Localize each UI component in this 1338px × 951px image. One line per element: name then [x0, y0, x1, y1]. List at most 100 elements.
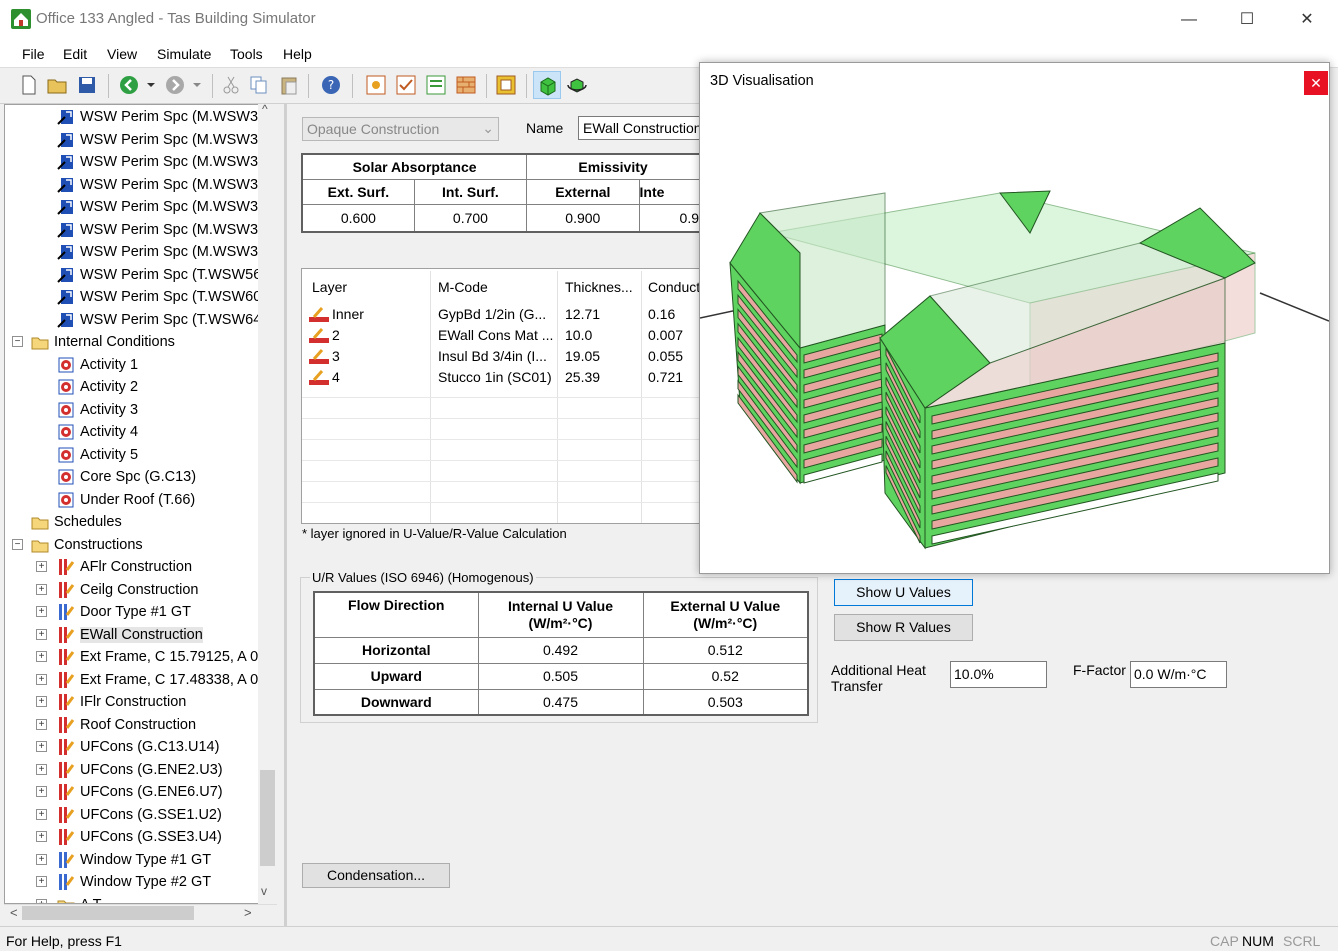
tree-item-construction[interactable]: UFCons (G.ENE2.U3): [57, 759, 223, 781]
thickness-cell[interactable]: 25.39: [565, 369, 600, 385]
menu-view[interactable]: View: [107, 46, 137, 62]
tree-item-schedules[interactable]: Schedules: [31, 511, 122, 533]
collapse-icon[interactable]: −: [12, 538, 23, 550]
condensation-button[interactable]: Condensation...: [302, 863, 450, 888]
edit-check-icon[interactable]: [395, 74, 417, 96]
mcode-cell[interactable]: Stucco 1in (SC01): [438, 369, 552, 385]
window-construction-icon[interactable]: [495, 74, 517, 96]
tree-item-constructions[interactable]: Constructions: [31, 534, 143, 556]
3d-visualisation-window[interactable]: 3D Visualisation ✕: [699, 62, 1330, 574]
expand-icon[interactable]: +: [36, 763, 47, 775]
tree-item-construction[interactable]: Ext Frame, C 15.79125, A 0.: [57, 646, 262, 668]
expand-icon[interactable]: +: [36, 831, 47, 842]
tree-item-construction[interactable]: UFCons (G.SSE3.U4): [57, 826, 222, 848]
expand-icon[interactable]: +: [36, 876, 47, 887]
tree-item-space[interactable]: WSW Perim Spc (T.WSW64: [57, 309, 261, 331]
maximize-button[interactable]: ☐: [1224, 6, 1270, 34]
tree-item-space[interactable]: WSW Perim Spc (T.WSW60: [57, 286, 261, 308]
layer-column-header[interactable]: Layer: [312, 279, 347, 295]
expand-icon[interactable]: +: [36, 853, 47, 865]
collapse-icon[interactable]: −: [12, 336, 23, 347]
calendar-icon[interactable]: [425, 74, 447, 96]
save-icon[interactable]: [76, 74, 98, 96]
tree-item-condition[interactable]: Activity 1: [57, 354, 138, 376]
tree-item-construction[interactable]: Door Type #1 GT: [57, 601, 191, 623]
tree-item-condition[interactable]: Under Roof (T.66): [57, 489, 195, 511]
tree-item-space[interactable]: WSW Perim Spc (M.WSW3‹: [57, 106, 263, 128]
open-folder-icon[interactable]: [46, 74, 68, 96]
additional-heat-transfer-input[interactable]: 10.0%: [950, 661, 1047, 688]
brick-wall-icon[interactable]: [455, 74, 477, 96]
forward-dropdown-icon[interactable]: [186, 74, 208, 96]
menu-simulate[interactable]: Simulate: [157, 46, 211, 62]
tree-item-construction[interactable]: UFCons (G.ENE6.U7): [57, 781, 223, 803]
layer-list[interactable]: Layer M-Code Thicknes... Conducti Inner G…: [301, 268, 701, 524]
close-button[interactable]: ✕: [1284, 6, 1330, 34]
thickness-cell[interactable]: 12.71: [565, 306, 600, 322]
tree-item-space[interactable]: WSW Perim Spc (M.WSW3!: [57, 174, 262, 196]
conductivity-cell[interactable]: 0.721: [648, 369, 683, 385]
rotate-view-icon[interactable]: [566, 74, 588, 96]
tree-item-construction[interactable]: Window Type #1 GT: [57, 849, 211, 871]
building-tree[interactable]: WSW Perim Spc (M.WSW3‹ WSW Perim Spc (M.W…: [4, 104, 277, 904]
paste-icon[interactable]: [278, 74, 300, 96]
thickness-cell[interactable]: 10.0: [565, 327, 592, 343]
tree-item-condition[interactable]: Activity 5: [57, 444, 138, 466]
ext-surf-value[interactable]: 0.600: [301, 203, 415, 233]
tree-item-condition[interactable]: Activity 4: [57, 421, 138, 443]
expand-icon[interactable]: +: [36, 606, 47, 617]
expand-icon[interactable]: +: [36, 561, 47, 572]
scroll-down-icon[interactable]: v: [261, 884, 267, 898]
mcode-column-header[interactable]: M-Code: [438, 279, 488, 295]
mcode-cell[interactable]: EWall Cons Mat ...: [438, 327, 553, 343]
expand-icon[interactable]: +: [36, 651, 47, 662]
tree-item-space[interactable]: WSW Perim Spc (M.WSW3!: [57, 219, 262, 241]
int-surf-value[interactable]: 0.700: [413, 203, 528, 233]
conductivity-cell[interactable]: 0.007: [648, 327, 683, 343]
expand-icon[interactable]: +: [36, 696, 47, 707]
mcode-cell[interactable]: GypBd 1/2in (G...: [438, 306, 546, 322]
tree-item-condition[interactable]: Activity 2: [57, 376, 138, 398]
tree-item-construction[interactable]: AFlr Construction: [57, 556, 192, 578]
internal-value[interactable]: 0.9: [638, 203, 701, 233]
menu-help[interactable]: Help: [283, 46, 312, 62]
scroll-left-icon[interactable]: <: [10, 905, 18, 920]
building-3d-model[interactable]: [700, 103, 1329, 573]
tree-item-construction[interactable]: IFlr Construction: [57, 691, 186, 713]
tree-item-space[interactable]: WSW Perim Spc (M.WSW3!: [57, 129, 262, 151]
expand-icon[interactable]: +: [36, 786, 47, 797]
vis-close-button[interactable]: ✕: [1304, 71, 1328, 95]
tree-item-space[interactable]: WSW Perim Spc (M.WSW3!: [57, 196, 262, 218]
tree-item-construction[interactable]: EWall Construction: [57, 624, 203, 646]
conductivity-cell[interactable]: 0.16: [648, 306, 675, 322]
tree-item-space[interactable]: WSW Perim Spc (T.WSW56: [57, 264, 261, 286]
help-icon[interactable]: ?: [320, 74, 342, 96]
forward-icon[interactable]: [164, 74, 186, 96]
thickness-cell[interactable]: 19.05: [565, 348, 600, 364]
layer-name-cell[interactable]: 4: [332, 369, 340, 385]
tree-item-construction[interactable]: Ceilg Construction: [57, 579, 198, 601]
tree-item-construction[interactable]: UFCons (G.SSE1.U2): [57, 804, 222, 826]
tree-item-partial[interactable]: A T: [57, 894, 102, 903]
tree-horizontal-scroll-thumb[interactable]: [22, 906, 194, 920]
back-dropdown-icon[interactable]: [140, 74, 162, 96]
conductivity-column-header[interactable]: Conducti: [648, 279, 700, 295]
layer-name-cell[interactable]: Inner: [332, 306, 364, 322]
scroll-up-icon[interactable]: ^: [262, 102, 268, 116]
menu-edit[interactable]: Edit: [63, 46, 87, 62]
expand-icon[interactable]: +: [36, 718, 47, 730]
scroll-right-icon[interactable]: >: [244, 905, 252, 920]
copy-icon[interactable]: [248, 74, 270, 96]
expand-icon[interactable]: +: [36, 583, 47, 595]
menu-tools[interactable]: Tools: [230, 46, 263, 62]
show-r-values-button[interactable]: Show R Values: [834, 614, 973, 641]
minimize-button[interactable]: —: [1166, 6, 1212, 34]
layer-name-cell[interactable]: 2: [332, 327, 340, 343]
thickness-column-header[interactable]: Thicknes...: [565, 279, 633, 295]
expand-icon[interactable]: +: [36, 808, 47, 820]
tree-item-condition[interactable]: Core Spc (G.C13): [57, 466, 196, 488]
tree-item-construction[interactable]: Window Type #2 GT: [57, 871, 211, 893]
menu-file[interactable]: File: [22, 46, 45, 62]
tree-item-condition[interactable]: Activity 3: [57, 399, 138, 421]
tree-item-space[interactable]: WSW Perim Spc (M.WSW3!: [57, 151, 262, 173]
